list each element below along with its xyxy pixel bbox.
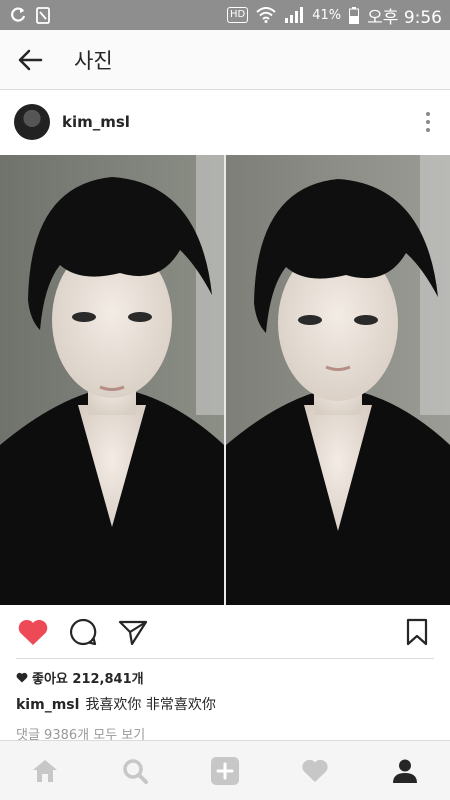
comment-icon [70,618,97,646]
comment-button[interactable] [66,615,100,649]
heart-icon [302,759,328,782]
caption: kim_msl 我喜欢你 非常喜欢你 [16,694,216,714]
app-header: 사진 [0,30,450,90]
likes-label: 좋아요 212,841개 [32,672,144,687]
back-button[interactable] [0,30,60,90]
sim-icon [36,6,50,24]
sync-icon [11,7,26,22]
bottom-nav [0,740,450,800]
nav-activity[interactable] [293,749,337,793]
add-icon [211,756,239,785]
nav-home[interactable] [23,749,67,793]
avatar[interactable] [14,104,50,140]
page-title: 사진 [74,48,113,73]
profile-icon [393,759,417,783]
divider [16,658,434,659]
like-button[interactable] [16,615,50,649]
arrow-left-icon [18,49,43,70]
caption-text: 我喜欢你 非常喜欢你 [85,697,216,713]
save-button[interactable] [400,615,434,649]
dot-icon [426,112,430,116]
search-icon [123,758,148,784]
caption-username[interactable]: kim_msl [16,697,79,713]
battery-percent: 41% [312,7,342,23]
post-photo[interactable] [0,155,450,605]
dot-icon [426,128,430,132]
send-icon [118,620,148,646]
share-button[interactable] [116,615,150,649]
nav-profile[interactable] [383,749,427,793]
post-header: kim_msl [0,91,450,153]
more-options-button[interactable] [426,112,430,132]
wifi-icon [256,7,276,23]
heart-small-icon [16,672,28,683]
post-username[interactable]: kim_msl [62,113,130,131]
battery-icon [349,6,360,24]
hd-badge: HD [227,7,249,23]
nav-search[interactable] [113,749,157,793]
nav-add[interactable] [203,749,247,793]
post-actions [0,606,450,658]
signal-icon [285,7,304,23]
home-icon [33,759,57,782]
clock: 오후 9:56 [367,7,442,28]
heart-filled-icon [18,619,48,645]
bookmark-icon [406,618,428,646]
dot-icon [426,120,430,124]
likes-count[interactable]: 좋아요 212,841개 [16,668,144,687]
status-bar: HD 41% 오후 9:56 [0,0,450,30]
